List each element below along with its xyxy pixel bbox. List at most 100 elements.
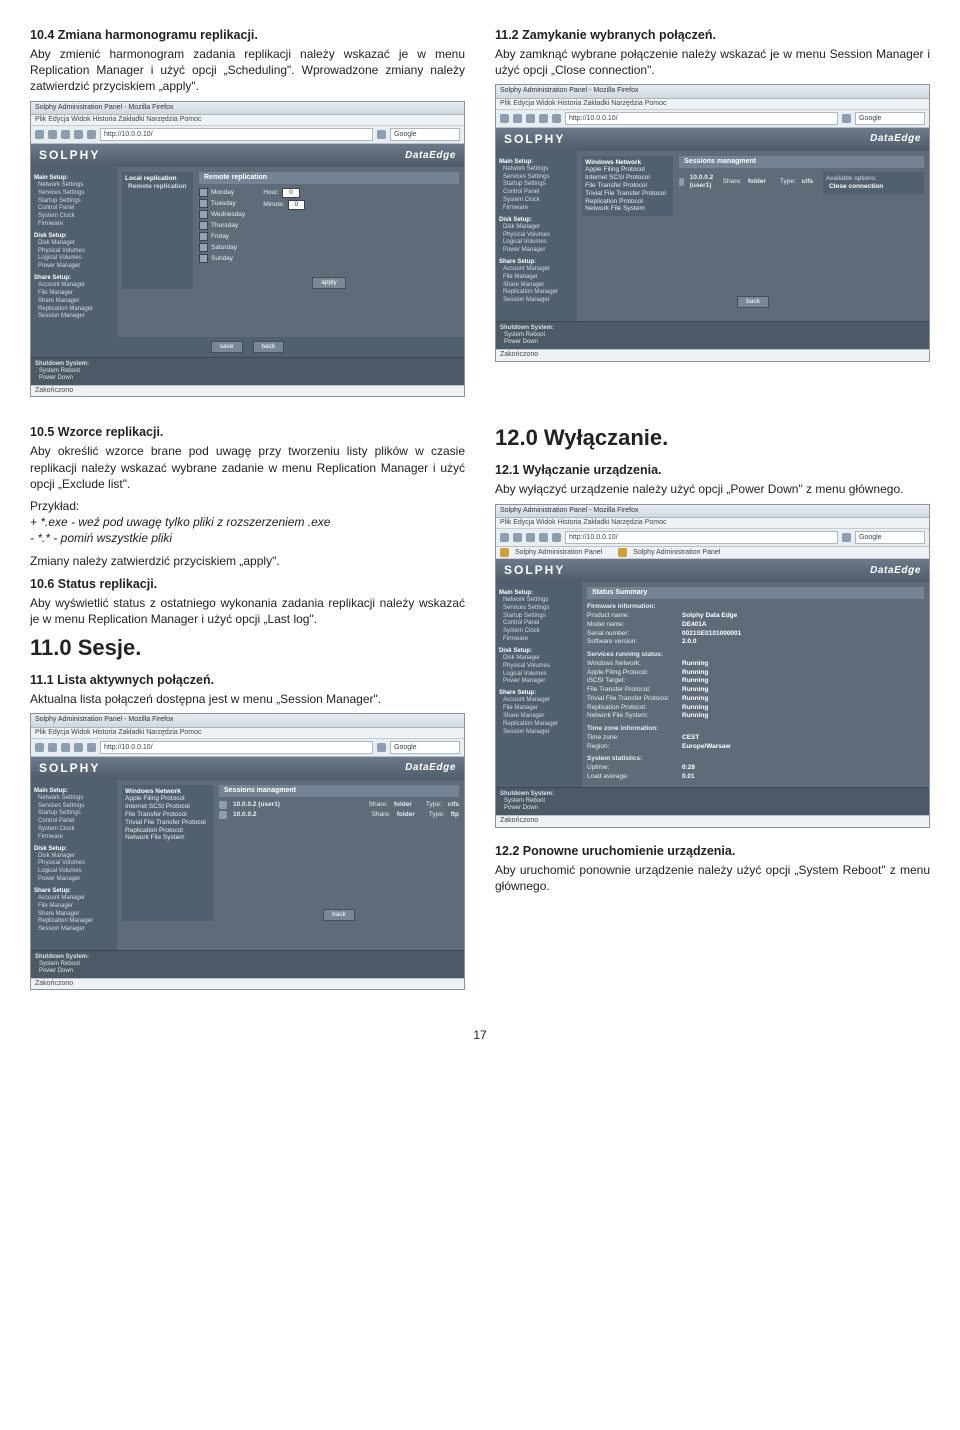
sidebar-item[interactable]: Account Manager: [503, 266, 574, 274]
day-row[interactable]: Sunday: [199, 254, 245, 263]
sidebar-item[interactable]: Network Settings: [38, 182, 114, 190]
footer-item[interactable]: Power Down: [39, 968, 460, 975]
footer-item[interactable]: Power Down: [504, 805, 925, 812]
search-input[interactable]: Google: [390, 128, 460, 141]
sidebar-item[interactable]: Disk Manager: [38, 853, 114, 861]
sidebar-item[interactable]: Network Settings: [503, 597, 579, 605]
sidebar-item[interactable]: File Manager: [38, 290, 114, 298]
reload-icon[interactable]: [526, 533, 535, 542]
sidebar-item[interactable]: Services Settings: [38, 190, 114, 198]
checkbox-icon[interactable]: [199, 243, 208, 252]
service-item[interactable]: Trivial File Transfer Protocol: [585, 190, 670, 198]
checkbox-icon[interactable]: [199, 199, 208, 208]
back-icon[interactable]: [500, 114, 509, 123]
sidebar-item[interactable]: File Manager: [503, 274, 574, 282]
stop-icon[interactable]: [539, 114, 548, 123]
sidebar-item[interactable]: Physical Volumes: [503, 663, 579, 671]
service-item[interactable]: Apple Filing Protocol: [585, 166, 670, 174]
session-row[interactable]: 10.0.0.2 (user1) Share: folder Type: cif…: [679, 174, 813, 190]
footer-item[interactable]: System Reboot: [39, 368, 460, 375]
sidebar-item[interactable]: Network Settings: [503, 166, 574, 174]
url-input[interactable]: http://10.0.0.10/: [565, 112, 838, 125]
sidebar-item[interactable]: Logical Volumes: [503, 671, 579, 679]
sidebar-item[interactable]: Share Manager: [503, 282, 574, 290]
search-input[interactable]: Google: [855, 112, 925, 125]
go-icon[interactable]: [377, 130, 386, 139]
minute-select[interactable]: 0: [288, 200, 306, 210]
service-item[interactable]: Internet SCSI Protocol: [125, 803, 210, 811]
sidebar-item[interactable]: System Clock: [38, 826, 114, 834]
search-input[interactable]: Google: [855, 531, 925, 544]
sidebar-item[interactable]: Firmware: [38, 221, 114, 229]
browser-tab[interactable]: Solphy Administration Panel: [633, 549, 720, 557]
sidebar-item[interactable]: System Clock: [503, 197, 574, 205]
service-title[interactable]: Windows Network: [585, 159, 670, 167]
sidebar-item[interactable]: Control Panel: [38, 205, 114, 213]
reload-icon[interactable]: [61, 130, 70, 139]
sidebar-item[interactable]: Replication Manager: [503, 721, 579, 729]
go-icon[interactable]: [842, 533, 851, 542]
sidebar-item[interactable]: Power Manager: [503, 678, 579, 686]
service-item[interactable]: Replication Protocol: [125, 827, 210, 835]
back-button[interactable]: back: [253, 341, 285, 353]
back-icon[interactable]: [35, 130, 44, 139]
sidebar-item[interactable]: Power Manager: [503, 247, 574, 255]
service-item[interactable]: Internet SCSI Protocol: [585, 174, 670, 182]
checkbox-icon[interactable]: [199, 210, 208, 219]
footer-item[interactable]: Power Down: [504, 339, 925, 346]
sidebar-item[interactable]: Logical Volumes: [38, 255, 114, 263]
sidebar-item[interactable]: Account Manager: [38, 282, 114, 290]
home-icon[interactable]: [87, 743, 96, 752]
sidebar-item[interactable]: Disk Manager: [503, 224, 574, 232]
url-input[interactable]: http://10.0.0.10/: [565, 531, 838, 544]
sidebar-item[interactable]: Firmware: [503, 205, 574, 213]
back-button[interactable]: back: [737, 296, 769, 308]
sidebar-item[interactable]: Replication Manager: [38, 918, 114, 926]
home-icon[interactable]: [552, 114, 561, 123]
stop-icon[interactable]: [74, 743, 83, 752]
service-item[interactable]: Trivial File Transfer Protocol: [125, 819, 210, 827]
sidebar-item[interactable]: Session Manager: [503, 729, 579, 737]
sidebar-item[interactable]: Session Manager: [503, 297, 574, 305]
back-icon[interactable]: [35, 743, 44, 752]
go-icon[interactable]: [842, 114, 851, 123]
sidebar-item[interactable]: Power Manager: [38, 263, 114, 271]
sidebar-item[interactable]: Control Panel: [503, 189, 574, 197]
sidebar-item[interactable]: Power Manager: [38, 876, 114, 884]
subpanel-item[interactable]: Remote replication: [128, 183, 190, 191]
sidebar-item[interactable]: Account Manager: [503, 697, 579, 705]
sidebar-item[interactable]: Share Manager: [38, 911, 114, 919]
sidebar-item[interactable]: Services Settings: [503, 174, 574, 182]
forward-icon[interactable]: [513, 114, 522, 123]
url-input[interactable]: http://10.0.0.10/: [100, 741, 373, 754]
sidebar-item[interactable]: Physical Volumes: [38, 860, 114, 868]
apply-button[interactable]: apply: [312, 277, 346, 289]
sidebar-item[interactable]: Replication Manager: [503, 289, 574, 297]
sidebar-item[interactable]: Startup Settings: [503, 613, 579, 621]
sidebar-item[interactable]: Share Manager: [503, 713, 579, 721]
checkbox-icon[interactable]: [199, 254, 208, 263]
sidebar-item[interactable]: Physical Volumes: [503, 232, 574, 240]
close-connection-option[interactable]: Close connection: [829, 183, 921, 191]
footer-item[interactable]: System Reboot: [39, 961, 460, 968]
sidebar-item[interactable]: Session Manager: [38, 313, 114, 321]
sidebar-item[interactable]: Disk Manager: [503, 655, 579, 663]
home-icon[interactable]: [87, 130, 96, 139]
day-row[interactable]: Friday: [199, 232, 245, 241]
service-item[interactable]: File Transfer Protocol: [125, 811, 210, 819]
sidebar-item[interactable]: Services Settings: [503, 605, 579, 613]
service-item[interactable]: Network File System: [585, 205, 670, 213]
checkbox-icon[interactable]: [199, 221, 208, 230]
service-item[interactable]: Network File System: [125, 834, 210, 842]
sidebar-item[interactable]: File Manager: [503, 705, 579, 713]
service-item[interactable]: File Transfer Protocol: [585, 182, 670, 190]
session-row[interactable]: 10.0.0.2 (user1) Share: folder Type: cif…: [219, 801, 459, 809]
sidebar-item[interactable]: Share Manager: [38, 298, 114, 306]
hour-select[interactable]: 0: [282, 188, 300, 198]
day-row[interactable]: Thursday: [199, 221, 245, 230]
sidebar-item[interactable]: Logical Volumes: [503, 239, 574, 247]
stop-icon[interactable]: [74, 130, 83, 139]
url-input[interactable]: http://10.0.0.10/: [100, 128, 373, 141]
go-icon[interactable]: [377, 743, 386, 752]
sidebar-item[interactable]: Firmware: [38, 834, 114, 842]
